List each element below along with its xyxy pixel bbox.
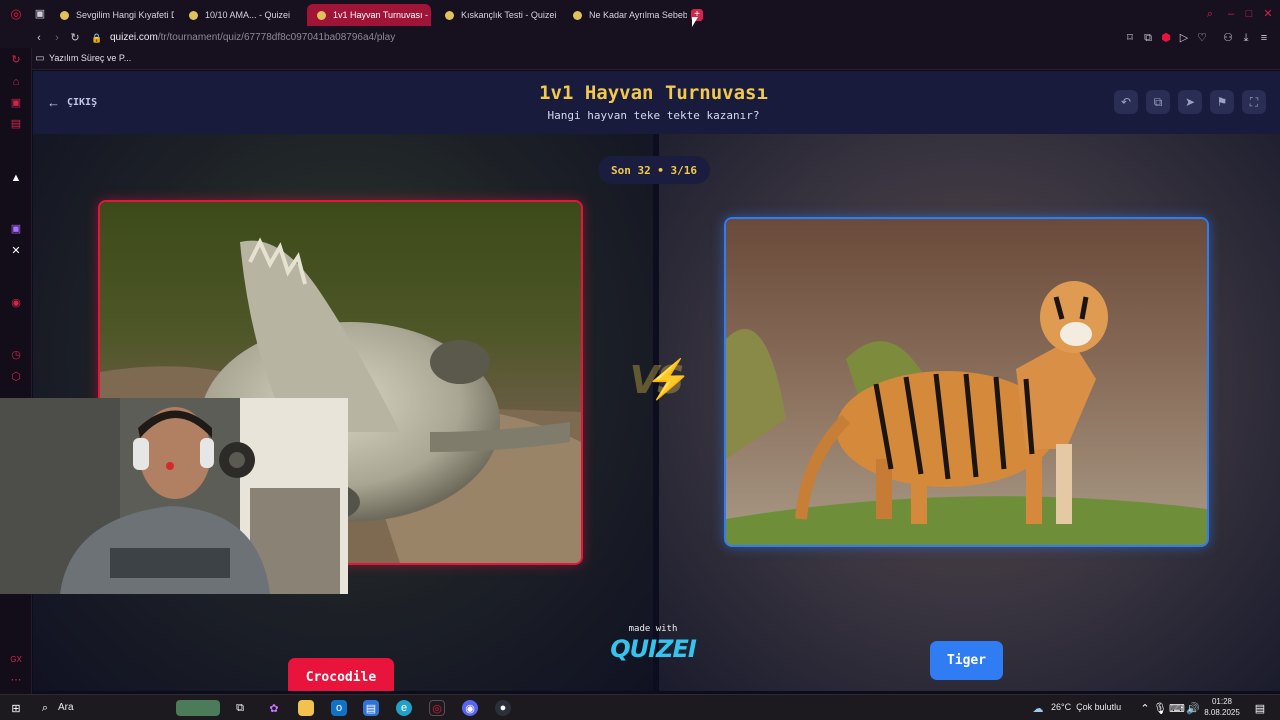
url-field[interactable]: quizei.com/tr/tournament/quiz/67778df8c0… (110, 31, 395, 45)
volume-icon[interactable]: 🔊 (1185, 700, 1201, 716)
microphone-icon[interactable]: 🎙 (1152, 700, 1168, 716)
sidebar-aria-icon[interactable]: ↻ (10, 54, 22, 66)
play-icon[interactable]: ▷ (1177, 32, 1191, 44)
notifications-icon[interactable]: ▤ (1252, 700, 1268, 716)
sidebar-history-icon[interactable]: ◷ (10, 349, 22, 361)
network-icon[interactable]: ⌨ (1169, 700, 1185, 716)
send-icon: ➤ (1184, 95, 1196, 109)
discord-icon[interactable]: ◉ (462, 700, 478, 716)
outlook-icon[interactable]: o (331, 700, 347, 716)
clock-date[interactable]: 8.08.2025 (1202, 708, 1242, 717)
share-button[interactable]: ⧉ (1146, 90, 1170, 114)
streamer-webcam-image (0, 398, 348, 594)
center-divider (653, 134, 659, 691)
page-subtitle: Hangi hayvan teke tekte kazanır? (547, 109, 760, 122)
sidebar-player-icon[interactable]: ◉ (10, 297, 22, 309)
heart-icon[interactable]: ♡ (1195, 32, 1209, 44)
opera-logo-icon[interactable]: ◎ (9, 7, 23, 20)
weather-icon: ☁ (1032, 702, 1044, 715)
reload-icon[interactable]: ↻ (68, 32, 82, 44)
task-view-icon[interactable]: ⧉ (232, 700, 248, 716)
share-icon: ⧉ (1153, 94, 1163, 109)
tab-1[interactable]: Sevgilim Hangi Kıyafeti De (50, 4, 174, 26)
vs-emblem: VS ⚡ (621, 354, 693, 406)
fullscreen-button[interactable]: ⛶ (1242, 90, 1266, 114)
tray-chevron-icon[interactable]: ⌃ (1137, 700, 1153, 716)
steam-icon[interactable]: ● (495, 700, 511, 716)
fullscreen-icon: ⛶ (1249, 94, 1259, 109)
right-choice-card[interactable] (724, 217, 1209, 547)
quizei-favicon-icon (317, 10, 326, 20)
undo-icon: ↶ (1120, 95, 1132, 109)
tab-5[interactable]: Ne Kadar Ayrılma Sebebi (563, 4, 687, 26)
quizei-favicon-icon (189, 10, 198, 20)
maximize-icon[interactable]: □ (1242, 8, 1256, 20)
crocodile-button[interactable]: Crocodile (288, 658, 394, 691)
quizei-favicon-icon (60, 10, 69, 20)
sidebar-x-icon[interactable]: ✕ (10, 245, 22, 257)
minimize-icon[interactable]: – (1224, 8, 1238, 20)
browser-sidebar: ↻ ⌂ ▣ ▤ ▲ ▣ ✕ ◉ ◷ ⬡ GX ⋯ (0, 48, 32, 694)
tab-active[interactable]: 1v1 Hayvan Turnuvası - Q (307, 4, 431, 26)
store-icon[interactable]: ▤ (363, 700, 379, 716)
url-host: quizei.com (110, 32, 158, 43)
quizei-favicon-icon (573, 10, 582, 20)
copilot-icon[interactable]: ✿ (266, 700, 282, 716)
sidebar-arc-icon[interactable]: ▲ (10, 172, 22, 184)
workspaces-icon[interactable]: ▣ (33, 8, 47, 20)
weather-label[interactable]: 26°C Çok bulutlu (1051, 702, 1121, 712)
quiz-page: ← ÇIKIŞ 1v1 Hayvan Turnuvası Hangi hayva… (33, 71, 1280, 691)
quiz-header: ← ÇIKIŞ 1v1 Hayvan Turnuvası Hangi hayva… (33, 71, 1280, 134)
widgets-image-icon[interactable] (176, 700, 220, 716)
made-with-label: made with (628, 624, 678, 634)
download-icon[interactable]: ⤓ (1239, 32, 1253, 44)
quizei-logo[interactable]: QUIZEI (593, 635, 713, 663)
undo-button[interactable]: ↶ (1114, 90, 1138, 114)
snapshot-icon[interactable]: ⧉ (1141, 32, 1155, 44)
sidebar-more-icon[interactable]: ⋯ (10, 674, 22, 686)
menu-icon[interactable]: ≡ (1257, 32, 1271, 44)
sidebar-extensions-icon[interactable]: ⬡ (10, 371, 22, 383)
lightning-icon: ⚡ (645, 359, 693, 401)
address-bar: ‹ › ↻ 🔒 quizei.com/tr/tournament/quiz/67… (0, 28, 1280, 48)
bookmark-item[interactable]: Yazılım Süreç ve P... (49, 53, 131, 63)
webcam-overlay (0, 398, 348, 594)
tab-4[interactable]: Kıskançlık Testi - Quizei (435, 4, 559, 26)
quizei-favicon-icon (445, 10, 454, 20)
taskbar-search-label[interactable]: Ara (58, 702, 74, 713)
profile-icon[interactable]: ⚇ (1221, 32, 1235, 44)
edge-icon[interactable]: e (396, 700, 412, 716)
opera-gx-taskbar-icon[interactable]: ◎ (429, 700, 445, 716)
sidebar-gx-icon[interactable]: GX (10, 654, 22, 666)
browser-tab-bar: ◎ ▣ Sevgilim Hangi Kıyafeti De 10/10 AMA… (0, 0, 1280, 28)
file-explorer-icon[interactable] (298, 700, 314, 716)
shield-icon[interactable]: ⬢ (1159, 32, 1173, 44)
clock-time[interactable]: 01:28 (1204, 697, 1240, 706)
folder-icon: ▭ (35, 53, 45, 64)
send-button[interactable]: ➤ (1178, 90, 1202, 114)
flag-icon: ⚑ (1216, 95, 1228, 109)
mouse-cursor-icon (692, 17, 698, 27)
sidebar-twitch-icon[interactable]: ▣ (10, 223, 22, 235)
report-button[interactable]: ⚑ (1210, 90, 1234, 114)
tiger-button[interactable]: Tiger (930, 641, 1003, 680)
bookmarks-bar: ▭ Yazılım Süreç ve P... (0, 48, 1280, 70)
url-path: /tr/tournament/quiz/67778df8c097041ba087… (157, 32, 396, 43)
tiger-image (726, 219, 1207, 545)
sidebar-games-icon[interactable]: ▣ (10, 97, 22, 109)
windows-taskbar: ⊞ ⌕ Ara ⧉ ✿ o ▤ e ◎ ◉ ● ☁ 26°C Çok bulut… (0, 694, 1280, 720)
forward-icon[interactable]: › (50, 32, 64, 44)
round-badge: Son 32 • 3/16 (598, 156, 710, 184)
sidebar-tools-icon[interactable]: ⌂ (10, 76, 22, 88)
tab-2[interactable]: 10/10 AMA... - Quizei (179, 4, 303, 26)
search-tabs-icon[interactable]: ⌕ (1203, 8, 1217, 20)
back-icon[interactable]: ‹ (32, 32, 46, 44)
sidebar-news-icon[interactable]: ▤ (10, 118, 22, 130)
close-window-icon[interactable]: ✕ (1261, 8, 1275, 20)
bookmark-icon[interactable]: ⌑ (1123, 32, 1137, 44)
page-title: 1v1 Hayvan Turnuvası (539, 82, 768, 104)
lock-icon: 🔒 (91, 33, 103, 43)
search-icon[interactable]: ⌕ (37, 700, 53, 716)
windows-start-icon[interactable]: ⊞ (8, 700, 24, 716)
